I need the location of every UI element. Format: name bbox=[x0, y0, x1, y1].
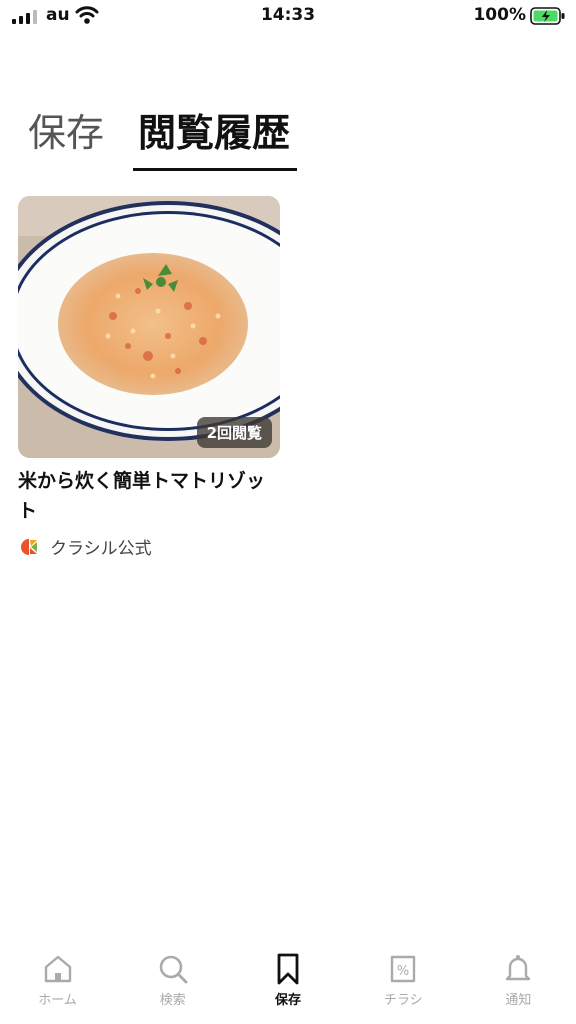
search-icon bbox=[159, 955, 188, 984]
bookmark-icon bbox=[277, 953, 299, 985]
nav-flyer-label: チラシ bbox=[383, 993, 423, 1008]
recipe-title[interactable]: 米から炊く簡単トマトリゾット bbox=[18, 466, 268, 526]
tab-saved[interactable]: 保存 bbox=[28, 108, 104, 158]
author-name: クラシル公式 bbox=[50, 539, 152, 559]
tab-history[interactable]: 閲覧履歴 bbox=[138, 108, 290, 158]
battery-percent: 100% bbox=[473, 5, 526, 25]
recipe-author[interactable]: クラシル公式 bbox=[18, 534, 280, 559]
status-bar: au 14:33 100% bbox=[0, 0, 576, 32]
view-count-badge: 2回閲覧 bbox=[196, 417, 272, 448]
recipe-thumbnail[interactable]: 2回閲覧 bbox=[18, 196, 280, 458]
battery-icon bbox=[530, 7, 565, 25]
nav-saved-label: 保存 bbox=[275, 993, 302, 1008]
recipe-card[interactable]: 2回閲覧 米から炊く簡単トマトリゾット クラシル公式 bbox=[18, 196, 280, 559]
nav-notifications[interactable]: 通知 bbox=[461, 944, 576, 1024]
svg-text:%: % bbox=[397, 964, 409, 979]
flyer-icon: % bbox=[391, 955, 416, 983]
kurashiru-logo-icon bbox=[21, 538, 37, 555]
nav-notifications-label: 通知 bbox=[505, 993, 532, 1008]
nav-home-label: ホーム bbox=[38, 993, 77, 1008]
nav-saved[interactable]: 保存 bbox=[230, 944, 345, 1024]
nav-search-label: 検索 bbox=[159, 993, 186, 1008]
nav-home[interactable]: ホーム bbox=[0, 944, 115, 1024]
tab-bar: 保存 閲覧履歴 bbox=[0, 108, 576, 178]
bell-icon bbox=[506, 955, 531, 981]
nav-search[interactable]: 検索 bbox=[115, 944, 230, 1024]
active-tab-indicator bbox=[133, 168, 297, 171]
bottom-nav: ホーム 検索 保存 % チラシ 通知 bbox=[0, 944, 576, 1024]
nav-flyer[interactable]: % チラシ bbox=[346, 944, 461, 1024]
home-icon bbox=[44, 955, 71, 983]
